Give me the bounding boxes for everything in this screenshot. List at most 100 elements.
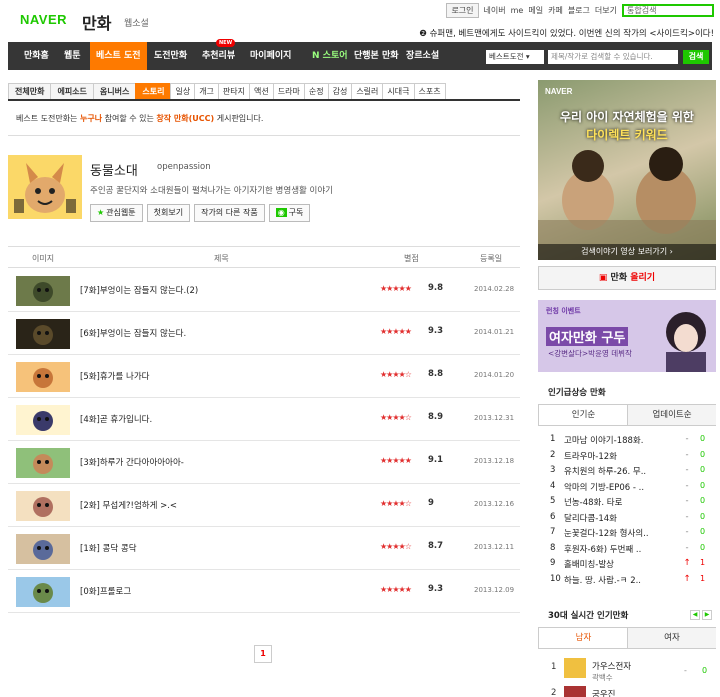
genre-tab[interactable]: 스릴러 bbox=[351, 83, 384, 99]
episode-thumbnail[interactable] bbox=[16, 405, 70, 435]
table-row[interactable]: [4화]곧 휴가입니다. ★★★★☆ 8.9 2013.12.31 bbox=[8, 398, 520, 441]
gnb-cafe[interactable]: 카페 bbox=[548, 5, 563, 16]
nav-book[interactable]: 단행본 만화 bbox=[348, 42, 405, 70]
gnb-mail[interactable]: 메일 bbox=[528, 5, 543, 16]
naver-logo[interactable]: NAVER bbox=[20, 12, 67, 27]
tab-male[interactable]: 남자 bbox=[539, 628, 628, 648]
subscribe-button[interactable]: ◉ 구독 bbox=[268, 204, 311, 222]
realtime-title-1[interactable]: 가우스전자 bbox=[592, 660, 631, 672]
episode-title[interactable]: [5화]휴가를 나가다 bbox=[80, 370, 149, 382]
genre-tab[interactable]: 전체만화 bbox=[8, 83, 52, 99]
rank-title[interactable]: 고마남 이야기-188화. bbox=[564, 434, 684, 446]
rising-item[interactable]: 5 넌농-48화. 타로 - 0 bbox=[550, 496, 710, 510]
tab-updated[interactable]: 업데이트순 bbox=[627, 405, 716, 425]
genre-tab[interactable]: 옴니버스 bbox=[92, 83, 137, 99]
genre-tab[interactable]: 순정 bbox=[303, 83, 329, 99]
episode-title[interactable]: [3화]하루가 간다아아아아아- bbox=[80, 456, 184, 468]
realtime-thumb-2[interactable] bbox=[564, 686, 586, 697]
rising-item[interactable]: 10 하늘. 땅. 사람.-ㅋ 2.. ↑ 1 bbox=[550, 574, 710, 588]
rising-item[interactable]: 9 홀배미칭-발상 ↑ 1 bbox=[550, 558, 710, 572]
rank-title[interactable]: 달리다콤-14화 bbox=[564, 512, 684, 524]
comic-author[interactable]: openpassion bbox=[157, 162, 211, 172]
realtime-rank-1[interactable]: 1 bbox=[551, 662, 556, 672]
ad-banner-kids[interactable]: NAVER 우리 아이 자연체험을 위한 다이렉트 키워드 검색이야기 영상 보… bbox=[538, 80, 716, 260]
rising-item[interactable]: 1 고마남 이야기-188화. - 0 bbox=[550, 434, 710, 448]
episode-thumbnail[interactable] bbox=[16, 319, 70, 349]
table-row[interactable]: [0화]프롤로그 ★★★★★ 9.3 2013.12.09 bbox=[8, 570, 520, 613]
rising-item[interactable]: 2 트라우마-12화 - 0 bbox=[550, 450, 710, 464]
rank-title[interactable]: 눈꽃걸다-12화 형사의.. bbox=[564, 527, 684, 539]
favorite-button[interactable]: ★ 관심웹툰 bbox=[90, 204, 143, 222]
genre-tab[interactable]: 판타지 bbox=[217, 83, 251, 99]
nav-mypage[interactable]: 마이페이지 bbox=[244, 42, 297, 70]
tab-popular[interactable]: 인기순 bbox=[539, 405, 628, 425]
search-scope-select[interactable]: 베스트도전 ▾ bbox=[486, 50, 544, 64]
comic-thumbnail[interactable] bbox=[8, 155, 82, 219]
gnb-me[interactable]: me bbox=[511, 6, 524, 15]
realtime-thumb-1[interactable] bbox=[564, 658, 586, 678]
tab-female[interactable]: 여자 bbox=[627, 628, 716, 648]
login-button[interactable]: 로그인 bbox=[446, 3, 479, 18]
rank-title[interactable]: 트라우마-12화 bbox=[564, 450, 684, 462]
episode-title[interactable]: [0화]프롤로그 bbox=[80, 585, 131, 597]
ad-video-link[interactable]: 검색이야기 영상 보러가기 › bbox=[538, 244, 716, 260]
rank-title[interactable]: 후원자-6화) 두번째 .. bbox=[564, 543, 684, 555]
nav-review[interactable]: 추천리뷰 NEW bbox=[196, 39, 241, 70]
table-row[interactable]: [6화]부엉이는 잠들지 않는다. ★★★★★ 9.3 2014.01.21 bbox=[8, 312, 520, 355]
rising-item[interactable]: 3 유치원의 하루-26. 무.. - 0 bbox=[550, 465, 710, 479]
gnb-blog[interactable]: 블로그 bbox=[568, 5, 590, 16]
global-search-input[interactable]: 통합검색 bbox=[622, 4, 714, 17]
gnb-more[interactable]: 더보기 bbox=[595, 5, 617, 16]
table-row[interactable]: [7화]부엉이는 잠들지 않는다.(2) ★★★★★ 9.8 2014.02.28 bbox=[8, 269, 520, 312]
prev-arrow-icon[interactable]: ◀ bbox=[690, 610, 700, 620]
table-row[interactable]: [2화] 무섭게?!엄하게 >.< ★★★★☆ 9 2013.12.16 bbox=[8, 484, 520, 527]
genre-tab[interactable]: 스토리 bbox=[135, 83, 172, 99]
rising-item[interactable]: 8 후원자-6화) 두번째 .. - 0 bbox=[550, 543, 710, 557]
genre-tab[interactable]: 스포츠 bbox=[413, 83, 446, 99]
table-row[interactable]: [5화]휴가를 나가다 ★★★★☆ 8.8 2014.01.20 bbox=[8, 355, 520, 398]
rising-item[interactable]: 6 달리다콤-14화 - 0 bbox=[550, 512, 710, 526]
genre-tab[interactable]: 에피소드 bbox=[50, 83, 94, 99]
genre-tab[interactable]: 시대극 bbox=[382, 83, 415, 99]
episode-thumbnail[interactable] bbox=[16, 491, 70, 521]
page-1[interactable]: 1 bbox=[254, 645, 272, 663]
nav-challenge[interactable]: 도전만화 bbox=[148, 42, 193, 70]
genre-tab[interactable]: 일상 bbox=[170, 83, 196, 99]
genre-tab[interactable]: 개그 bbox=[194, 83, 219, 99]
notice-banner[interactable]: ❷ 슈퍼맨, 베트맨에게도 사이드킥이 있었다. 이번엔 신의 작가의 <사이드… bbox=[419, 27, 714, 39]
episode-title[interactable]: [4화]곧 휴가입니다. bbox=[80, 413, 152, 425]
gnb-naver[interactable]: 네이버 bbox=[484, 5, 506, 16]
episode-title[interactable]: [2화] 무섭게?!엄하게 >.< bbox=[80, 499, 177, 511]
category-title[interactable]: 만화 bbox=[82, 10, 111, 34]
nav-novel[interactable]: 장르소설 bbox=[400, 42, 445, 70]
genre-tab[interactable]: 감성 bbox=[327, 83, 353, 99]
upload-comic-button[interactable]: ▣ 만화 올리기 bbox=[538, 266, 716, 290]
rising-item[interactable]: 7 눈꽃걸다-12화 형사의.. - 0 bbox=[550, 527, 710, 541]
nav-webtoon[interactable]: 웹툰 bbox=[58, 42, 87, 70]
episode-thumbnail[interactable] bbox=[16, 534, 70, 564]
first-episode-button[interactable]: 첫회보기 bbox=[146, 204, 191, 222]
episode-title[interactable]: [1화] 콩닥 콩닥 bbox=[80, 542, 137, 554]
rank-title[interactable]: 유치원의 하루-26. 무.. bbox=[564, 465, 684, 477]
realtime-rank-2[interactable]: 2 bbox=[551, 688, 556, 697]
rank-title[interactable]: 홀배미칭-발상 bbox=[564, 558, 684, 570]
genre-tab[interactable]: 드라마 bbox=[272, 83, 305, 99]
rank-title[interactable]: 하늘. 땅. 사람.-ㅋ 2.. bbox=[564, 574, 684, 586]
episode-thumbnail[interactable] bbox=[16, 276, 70, 306]
episode-thumbnail[interactable] bbox=[16, 362, 70, 392]
episode-thumbnail[interactable] bbox=[16, 577, 70, 607]
nav-best-challenge[interactable]: 베스트 도전 bbox=[90, 42, 147, 70]
nav-home[interactable]: 만화홈 bbox=[18, 42, 55, 70]
table-row[interactable]: [3화]하루가 간다아아아아아- ★★★★★ 9.1 2013.12.18 bbox=[8, 441, 520, 484]
rising-item[interactable]: 4 악마의 기방-EP06 - .. - 0 bbox=[550, 481, 710, 495]
nav-nstore[interactable]: N 스토어 bbox=[306, 42, 354, 70]
episode-title[interactable]: [6화]부엉이는 잠들지 않는다. bbox=[80, 327, 186, 339]
episode-thumbnail[interactable] bbox=[16, 448, 70, 478]
other-works-button[interactable]: 작가의 다른 작품 bbox=[194, 204, 265, 222]
realtime-title-2[interactable]: 궁우진 bbox=[592, 688, 615, 697]
ad-banner-gudu[interactable]: 런칭 이벤트 여자만화 구두 <강변살다>박윤영 데뷔작 bbox=[538, 300, 716, 372]
rank-title[interactable]: 악마의 기방-EP06 - .. bbox=[564, 481, 684, 493]
comic-search-input[interactable]: 제목/작가로 검색할 수 있습니다. bbox=[548, 50, 678, 64]
webnovel-link[interactable]: 웹소설 bbox=[124, 16, 149, 29]
rank-title[interactable]: 넌농-48화. 타로 bbox=[564, 496, 684, 508]
